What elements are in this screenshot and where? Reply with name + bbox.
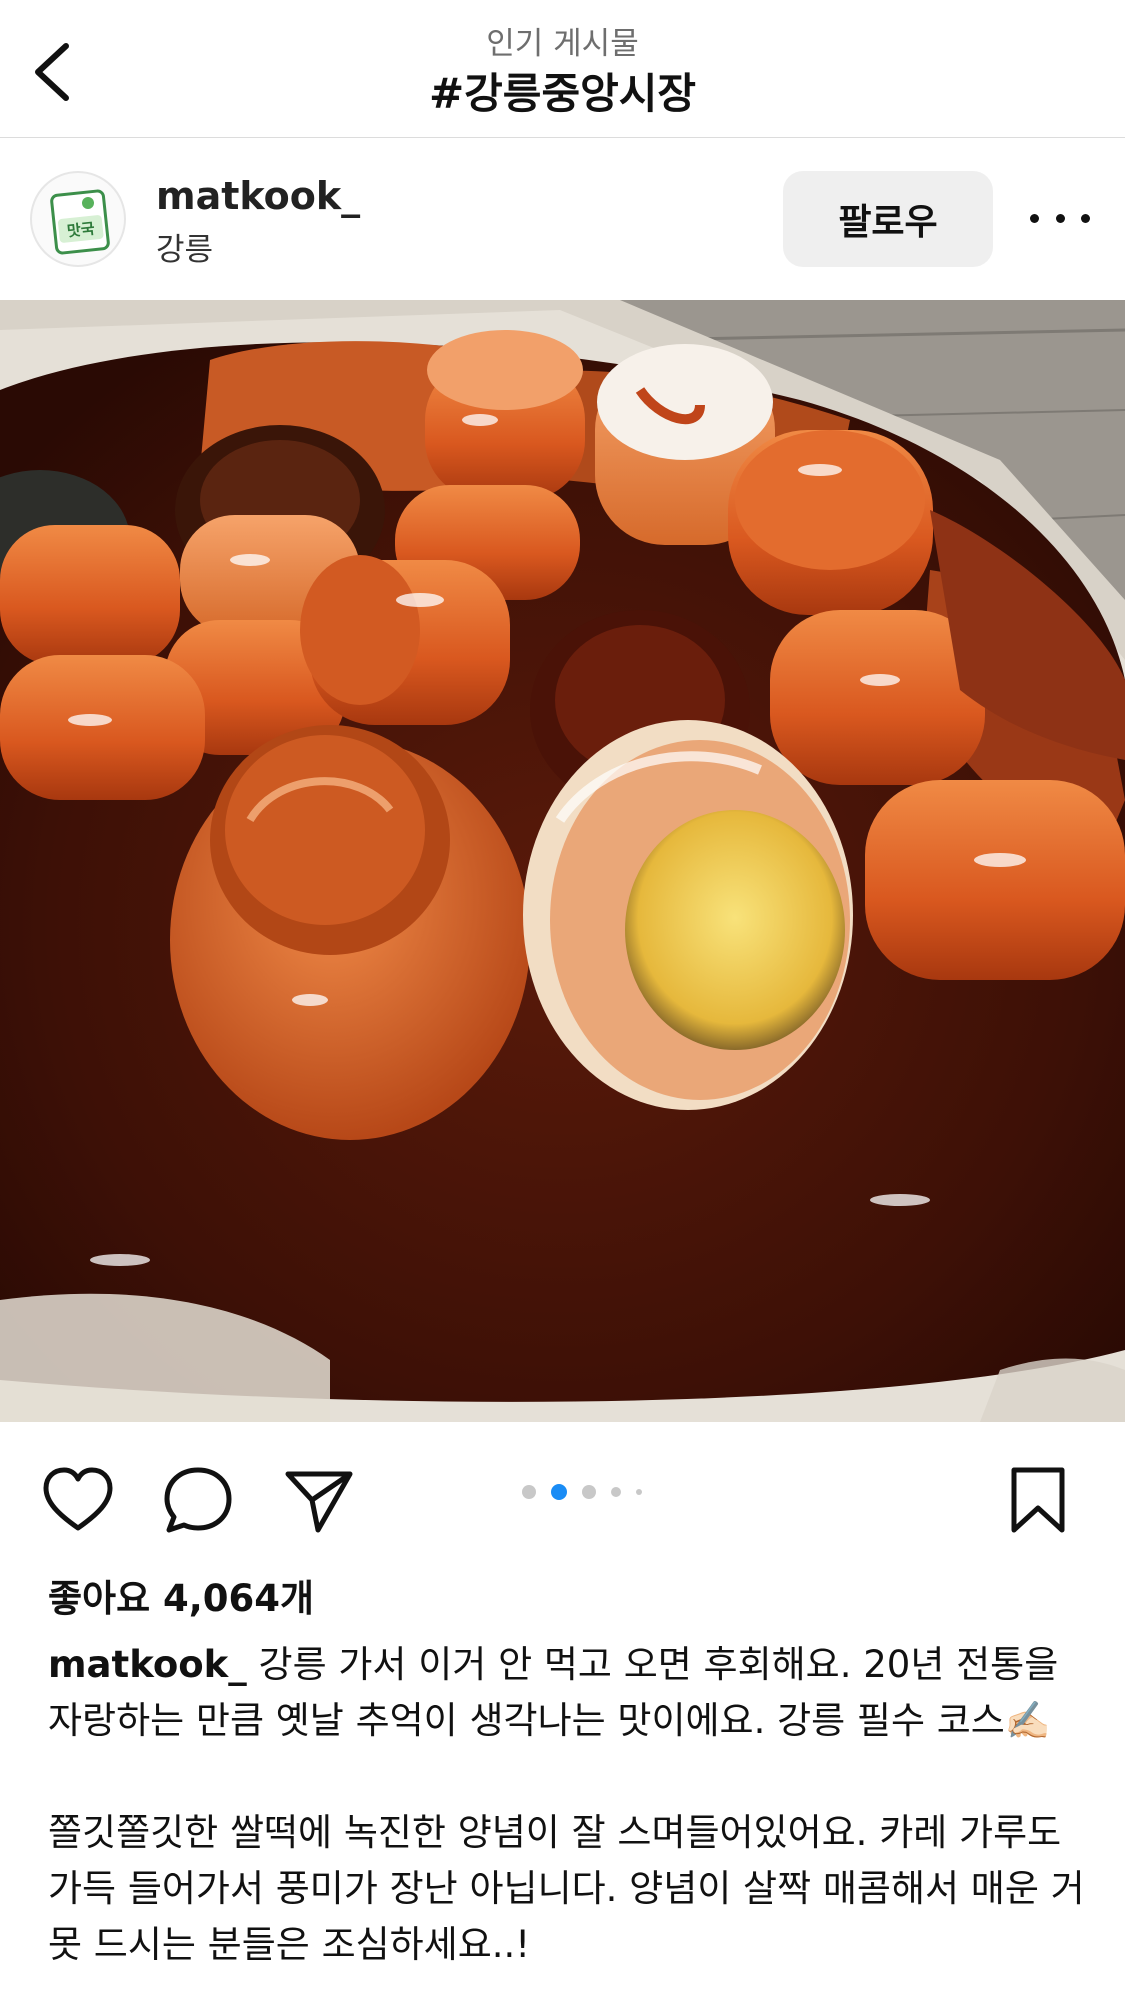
carousel-dot bbox=[522, 1485, 536, 1499]
heart-icon bbox=[43, 1467, 113, 1531]
author-username[interactable]: matkook_ bbox=[156, 174, 360, 218]
avatar-logo: 맛국 bbox=[50, 189, 110, 255]
save-button[interactable] bbox=[1000, 1462, 1076, 1538]
post-photo[interactable] bbox=[0, 300, 1125, 1422]
comment-button[interactable] bbox=[160, 1462, 236, 1538]
share-button[interactable] bbox=[280, 1462, 356, 1538]
bookmark-icon bbox=[1011, 1467, 1065, 1533]
page-title: #강릉중앙시장 bbox=[428, 69, 697, 118]
caption-paragraph: 쫄깃쫄깃한 쌀떡에 녹진한 양념이 잘 스며들어있어요. 카레 가루도 가득 들… bbox=[48, 1811, 1085, 1966]
caption-paragraph: matkook_ 강릉 가서 이거 안 먹고 오면 후회해요. 20년 전통을 … bbox=[48, 1637, 1088, 1749]
carousel-dot-active bbox=[551, 1484, 567, 1500]
header-subtitle: 인기 게시물 bbox=[486, 26, 639, 62]
post-caption: matkook_ 강릉 가서 이거 안 먹고 오면 후회해요. 20년 전통을 … bbox=[48, 1637, 1088, 1996]
likes-count[interactable]: 좋아요 4,064개 bbox=[48, 1568, 314, 1622]
ellipsis-icon bbox=[1081, 213, 1090, 223]
comment-icon bbox=[164, 1467, 232, 1533]
avatar[interactable]: 맛국 bbox=[30, 171, 126, 267]
tteokbokki-image bbox=[0, 300, 1125, 1422]
top-bar: 인기 게시물 #강릉중앙시장 bbox=[0, 0, 1125, 138]
svg-text:맛국: 맛국 bbox=[66, 220, 96, 241]
follow-button[interactable]: 팔로우 bbox=[783, 171, 993, 267]
carousel-indicator bbox=[522, 1482, 642, 1502]
like-button[interactable] bbox=[40, 1462, 116, 1538]
ellipsis-icon bbox=[1055, 213, 1065, 223]
post-header: 맛국 matkook_ 강릉 팔로우 bbox=[0, 138, 1125, 300]
post-location[interactable]: 강릉 bbox=[156, 224, 213, 269]
more-options-button[interactable] bbox=[1030, 198, 1090, 238]
caption-username[interactable]: matkook_ bbox=[48, 1643, 247, 1686]
carousel-dot bbox=[636, 1489, 642, 1495]
carousel-dot bbox=[611, 1487, 621, 1497]
carousel-dot bbox=[582, 1485, 596, 1499]
ellipsis-icon bbox=[1030, 213, 1039, 223]
send-icon bbox=[285, 1471, 353, 1533]
